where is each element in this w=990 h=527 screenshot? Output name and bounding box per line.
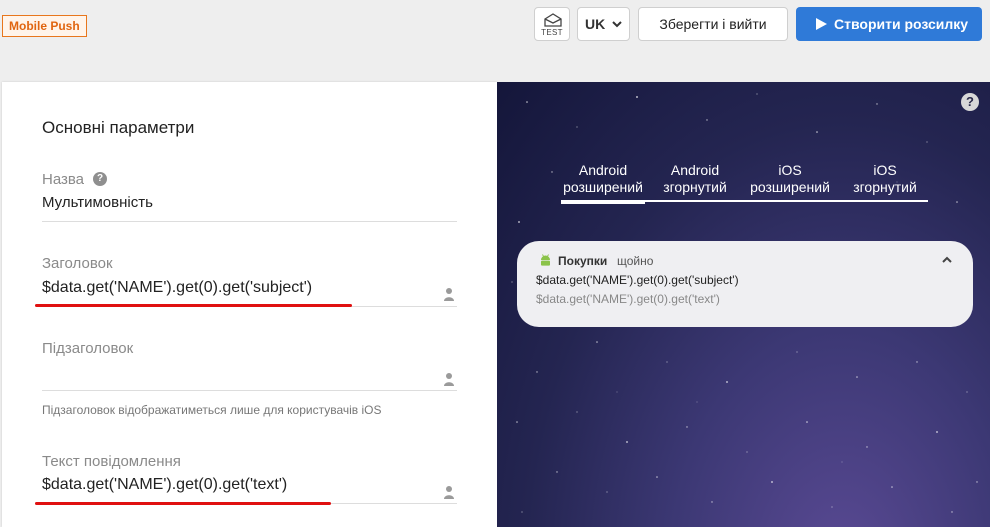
- message-label: Текст повідомлення: [42, 453, 181, 470]
- tab-label: згорнутий: [663, 179, 727, 195]
- subtitle-hint: Підзаголовок відображатиметься лише для …: [42, 403, 382, 417]
- test-send-button[interactable]: TEST: [534, 7, 570, 41]
- notification-card: Покупки щойно $data.get('NAME').get(0).g…: [517, 241, 973, 327]
- notification-title: $data.get('NAME').get(0).get('subject'): [536, 273, 739, 287]
- tab-android-collapsed[interactable]: Android згорнутий: [655, 162, 735, 202]
- test-label: TEST: [541, 28, 563, 37]
- chevron-down-icon: [612, 21, 622, 28]
- top-toolbar: Mobile Push TEST UK Зберегти і вийти Ств…: [0, 0, 990, 62]
- personalization-icon[interactable]: [443, 372, 455, 386]
- tab-ios-expanded[interactable]: iOS розширений: [745, 162, 835, 202]
- create-campaign-button[interactable]: Створити розсилку: [796, 7, 982, 41]
- section-title: Основні параметри: [42, 118, 195, 137]
- language-select[interactable]: UK: [577, 7, 630, 41]
- settings-panel: Основні параметри Назва ? Мультимовність…: [2, 82, 497, 527]
- red-underline-mark: [35, 502, 331, 505]
- subtitle-underline: [42, 390, 457, 391]
- personalization-icon[interactable]: [443, 287, 455, 301]
- notification-time: щойно: [617, 254, 654, 268]
- push-preview: ? Android розширений Android згорнутий i…: [497, 82, 990, 527]
- android-icon: [541, 254, 550, 266]
- tab-label: розширений: [750, 179, 830, 195]
- tab-ios-collapsed[interactable]: iOS згорнутий: [845, 162, 925, 202]
- name-underline: [42, 221, 457, 222]
- message-input[interactable]: $data.get('NAME').get(0).get('text'): [42, 476, 287, 494]
- name-label: Назва: [42, 171, 85, 188]
- app-name: Покупки: [558, 254, 608, 268]
- tab-label: Android: [670, 162, 720, 178]
- help-icon[interactable]: ?: [93, 172, 107, 186]
- play-icon: [816, 18, 827, 30]
- title-input[interactable]: $data.get('NAME').get(0).get('subject'): [42, 279, 312, 297]
- create-campaign-label: Створити розсилку: [834, 16, 969, 32]
- chevron-up-icon[interactable]: [942, 256, 952, 263]
- red-underline-mark: [35, 304, 352, 307]
- channel-tag: Mobile Push: [2, 15, 87, 37]
- tab-label: Android: [578, 162, 628, 178]
- tab-label: iOS: [778, 162, 802, 178]
- subtitle-label: Підзаголовок: [42, 340, 134, 357]
- personalization-icon[interactable]: [443, 485, 455, 499]
- help-icon[interactable]: ?: [961, 93, 979, 111]
- title-label: Заголовок: [42, 255, 113, 272]
- tab-android-expanded[interactable]: Android розширений: [561, 162, 645, 204]
- language-value: UK: [585, 16, 606, 32]
- save-exit-button[interactable]: Зберегти і вийти: [638, 7, 788, 41]
- tab-label: розширений: [563, 179, 643, 195]
- envelope-test-icon: [544, 13, 562, 27]
- notification-text: $data.get('NAME').get(0).get('text'): [536, 292, 720, 306]
- tab-label: згорнутий: [853, 179, 917, 195]
- name-input[interactable]: Мультимовність: [42, 194, 153, 211]
- tab-label: iOS: [873, 162, 897, 178]
- preview-tabs: Android розширений Android згорнутий iOS…: [561, 162, 928, 204]
